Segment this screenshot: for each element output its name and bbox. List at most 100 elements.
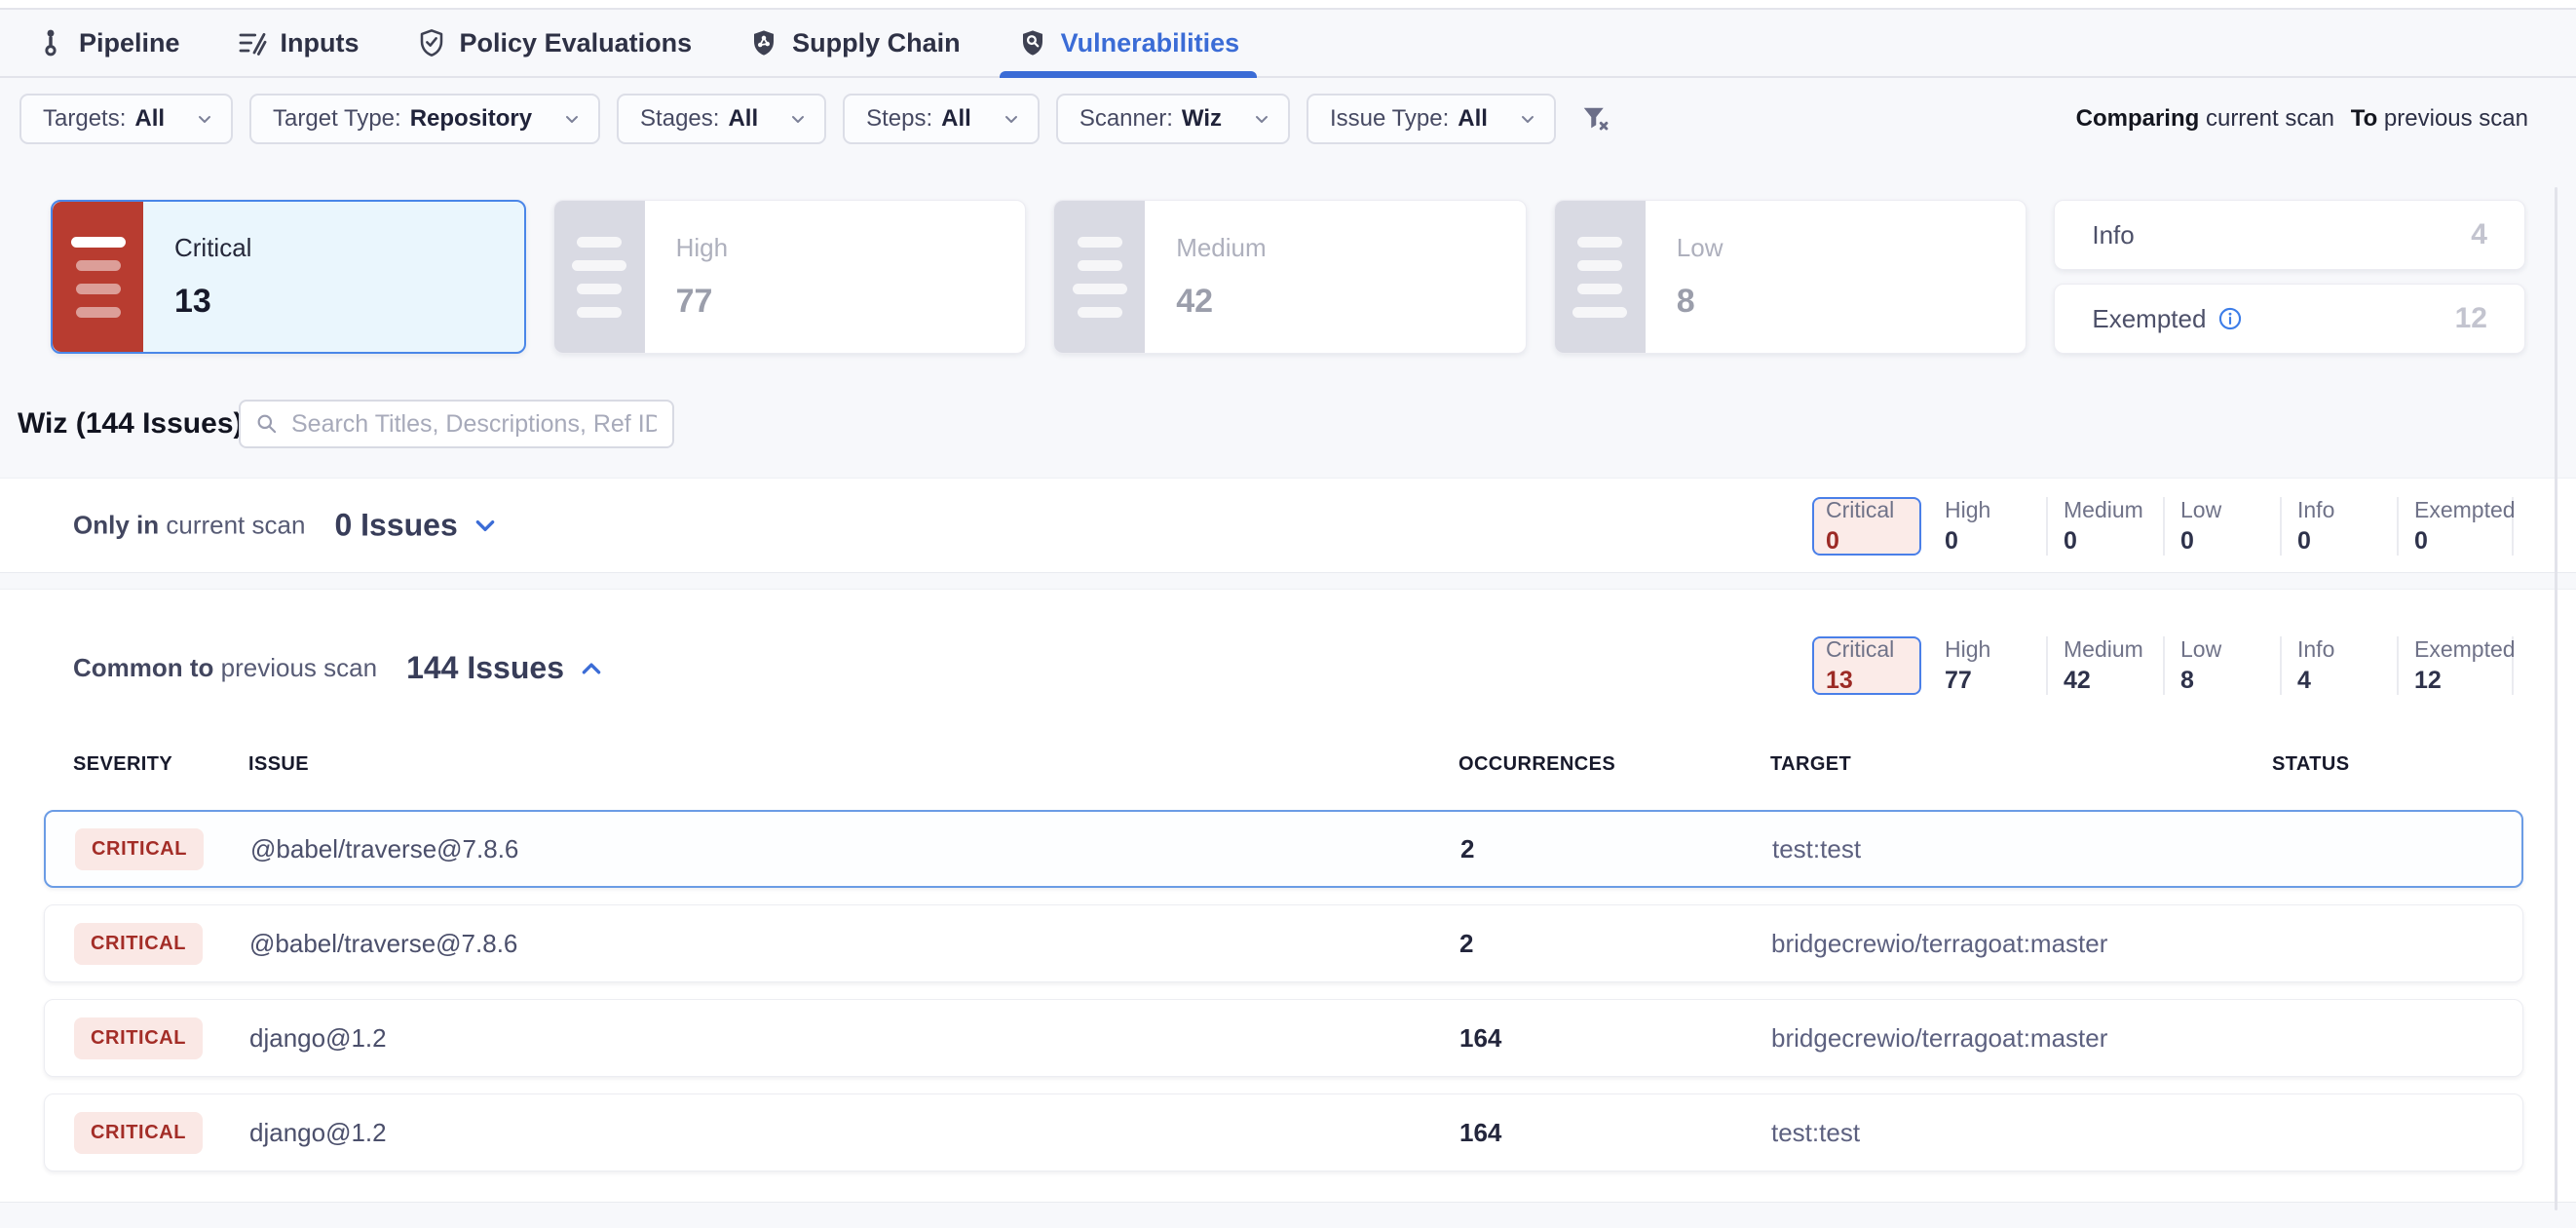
chip-value: 4 [2297,667,2397,695]
chevron-up-icon[interactable] [578,655,605,682]
card-label: High [676,233,728,263]
chip-value: 0 [2297,527,2397,556]
filter-label: Scanner: [1080,105,1173,133]
severity-card-high[interactable]: High 77 [553,200,1027,354]
filter-stages[interactable]: Stages: All [617,94,826,144]
vulnerabilities-page: Pipeline Inputs Policy Evaluations Suppl… [0,0,2576,1228]
filter-value: All [134,105,165,133]
tab-policy-evaluations[interactable]: Policy Evaluations [416,10,693,76]
filter-issue-type[interactable]: Issue Type: All [1307,94,1556,144]
occurrences-count: 2 [1460,834,1772,864]
card-label: Critical [174,233,251,263]
chip-info[interactable]: Info 0 [2280,497,2397,556]
card-label: Low [1677,233,1724,263]
table-header: SEVERITY ISSUE OCCURRENCES TARGET STATUS [44,753,2523,776]
table-row[interactable]: CRITICAL django@1.2 164 bridgecrewio/ter… [44,999,2523,1077]
severity-card-critical[interactable]: Critical 13 [51,200,526,354]
chip-label: High [1945,497,2046,523]
search-box[interactable] [239,400,674,448]
chip-medium[interactable]: Medium 42 [2046,636,2163,695]
chip-value: 0 [2180,527,2280,556]
chevron-down-icon[interactable] [472,512,499,539]
table-row[interactable]: CRITICAL @babel/traverse@7.8.6 2 bridgec… [44,904,2523,982]
filter-value: All [1458,105,1488,133]
chip-low[interactable]: Low 8 [2163,636,2280,695]
filter-value: Wiz [1182,105,1222,133]
filter-scanner[interactable]: Scanner: Wiz [1056,94,1290,144]
severity-gauge-medium-icon [1054,201,1145,353]
issue-name: @babel/traverse@7.8.6 [250,834,1460,864]
comparing-to-text: previous scan [2384,105,2528,132]
issues-table: CRITICAL @babel/traverse@7.8.6 2 test:te… [44,810,2523,1188]
tab-label: Inputs [281,28,360,58]
severity-badge: CRITICAL [74,1017,203,1059]
tab-pipeline[interactable]: Pipeline [35,10,180,76]
tab-inputs[interactable]: Inputs [237,10,360,76]
filter-steps[interactable]: Steps: All [843,94,1040,144]
chip-label: Low [2180,636,2280,663]
previous-scan-severity-chips: Critical 13 High 77 Medium 42 Low 8 Info… [1812,636,2514,695]
tab-supply-chain[interactable]: Supply Chain [748,10,961,76]
severity-card-medium[interactable]: Medium 42 [1053,200,1527,354]
chip-exempted[interactable]: Exempted 12 [2397,636,2514,695]
severity-card-info[interactable]: Info 4 [2054,200,2525,270]
severity-gauge-critical-icon [53,202,143,352]
tab-label: Policy Evaluations [460,28,693,58]
table-row[interactable]: CRITICAL @babel/traverse@7.8.6 2 test:te… [44,810,2523,888]
tab-vulnerabilities[interactable]: Vulnerabilities [1017,10,1240,76]
tab-label: Supply Chain [792,28,961,58]
chip-value: 77 [1945,667,2046,695]
info-icon[interactable] [2217,306,2243,331]
chip-label: Critical [1826,636,1919,663]
chevron-down-icon [1517,108,1538,130]
chip-critical[interactable]: Critical 13 [1812,636,1921,695]
chevron-down-icon [194,108,215,130]
target-name: test:test [1771,1118,2273,1148]
pipeline-icon [35,27,66,58]
scanner-title: Wiz (144 Issues) [18,407,244,441]
chip-high[interactable]: High 77 [1929,636,2046,695]
chip-low[interactable]: Low 0 [2163,497,2280,556]
filter-target-type[interactable]: Target Type: Repository [249,94,600,144]
target-name: test:test [1772,834,2274,864]
chip-exempted[interactable]: Exempted 0 [2397,497,2514,556]
severity-card-exempted[interactable]: Exempted 12 [2054,284,2525,354]
chip-value: 13 [1826,667,1919,695]
col-occurrences: OCCURRENCES [1458,753,1770,776]
section-lead-text: previous scan [221,653,377,682]
chip-medium[interactable]: Medium 0 [2046,497,2163,556]
filter-bar: Targets: All Target Type: Repository Sta… [0,80,2576,158]
tab-bar: Pipeline Inputs Policy Evaluations Suppl… [0,10,2576,78]
search-input[interactable] [289,409,659,440]
chevron-down-icon [561,108,583,130]
filter-value: All [941,105,971,133]
supply-chain-icon [748,27,779,58]
occurrences-count: 2 [1459,929,1771,959]
only-in-current-scan-header: Only in current scan 0 Issues [73,508,499,544]
occurrences-count: 164 [1459,1023,1771,1054]
issue-name: @babel/traverse@7.8.6 [249,929,1459,959]
chip-value: 0 [2064,527,2163,556]
severity-badge: CRITICAL [74,1112,203,1154]
chip-high[interactable]: High 0 [1929,497,2046,556]
filter-clear-icon[interactable] [1580,104,1610,134]
chevron-down-icon [787,108,809,130]
filter-label: Steps: [866,105,932,133]
chip-value: 8 [2180,667,2280,695]
filter-label: Targets: [43,105,126,133]
section-issue-count: 144 Issues [406,650,564,686]
issue-name: django@1.2 [249,1023,1459,1054]
tab-label: Pipeline [79,28,180,58]
chip-critical[interactable]: Critical 0 [1812,497,1921,556]
filter-targets[interactable]: Targets: All [19,94,233,144]
severity-card-low[interactable]: Low 8 [1554,200,2027,354]
vertical-scrollbar[interactable] [2555,187,2557,1210]
current-scan-severity-chips: Critical 0 High 0 Medium 0 Low 0 Info 0 … [1812,497,2514,556]
inputs-icon [237,27,268,58]
section-lead-bold: Common to [73,653,213,682]
comparing-label: Comparing current scan To previous scan [2076,105,2528,133]
chip-info[interactable]: Info 4 [2280,636,2397,695]
severity-badge: CRITICAL [75,828,204,870]
table-row[interactable]: CRITICAL django@1.2 164 test:test [44,1094,2523,1171]
issue-name: django@1.2 [249,1118,1459,1148]
